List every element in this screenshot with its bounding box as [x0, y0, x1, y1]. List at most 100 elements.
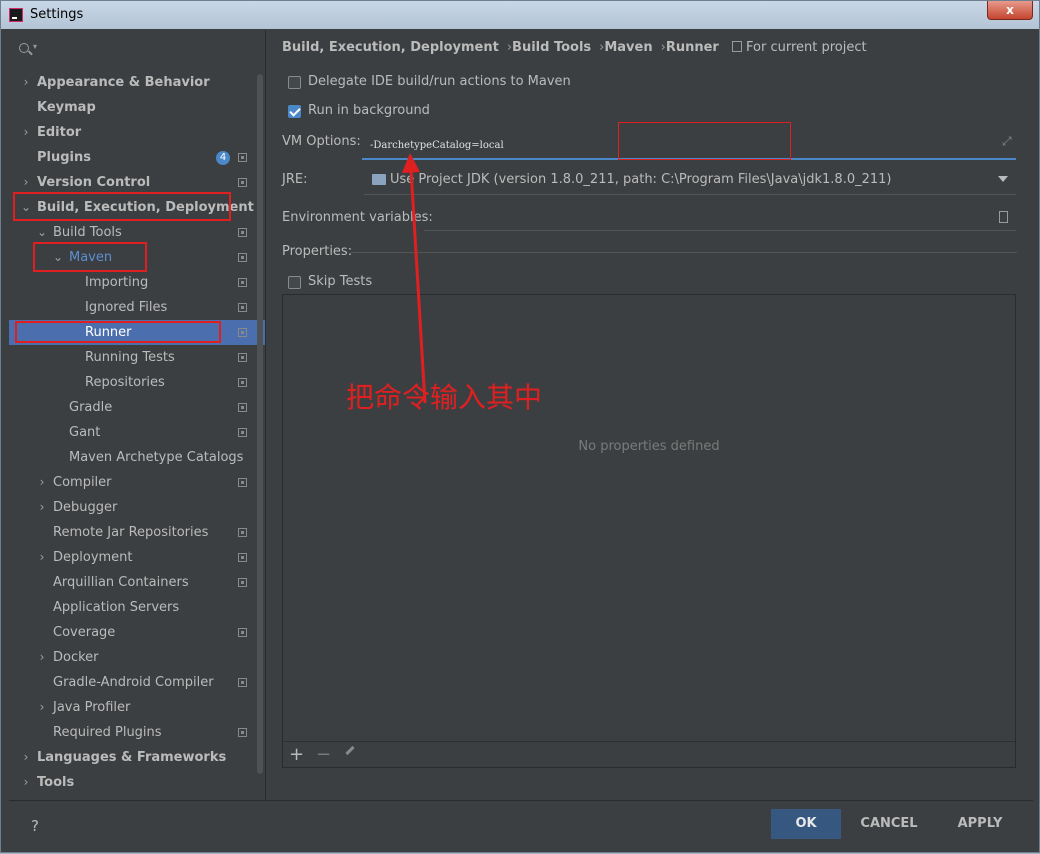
sidebar-item-languages-frameworks[interactable]: › Languages & Frameworks	[9, 745, 265, 770]
delegate-label[interactable]: Delegate IDE build/run actions to Maven	[308, 74, 571, 89]
environment-variables-label: Environment variables:	[282, 210, 433, 225]
properties-table[interactable]: No properties defined + −	[282, 294, 1016, 768]
sidebar-item-docker[interactable]: › Docker	[9, 645, 265, 670]
sidebar-item-label: Build Tools	[53, 225, 122, 240]
sidebar-item-label: Maven Archetype Catalogs	[69, 450, 244, 465]
sidebar-item-label: Build, Execution, Deployment	[37, 200, 254, 215]
sidebar-item-required-plugins[interactable]: Required Plugins	[9, 720, 265, 745]
sidebar-item-tools[interactable]: › Tools	[9, 770, 265, 795]
chevron-right-icon[interactable]: ›	[37, 695, 47, 720]
settings-search-input[interactable]: ▾	[13, 36, 261, 62]
chevron-right-icon[interactable]: ›	[37, 545, 47, 570]
sidebar-item-label: Repositories	[85, 375, 165, 390]
project-scope-icon	[238, 303, 247, 312]
chevron-down-icon[interactable]	[998, 176, 1008, 182]
sidebar-item-label: Gradle	[69, 400, 113, 415]
project-scope-icon	[238, 428, 247, 437]
edit-pencil-icon[interactable]	[345, 745, 355, 756]
vm-options-input[interactable]: -DarchetypeCatalog=local	[362, 134, 1016, 160]
project-scope-icon	[238, 353, 247, 362]
jre-select[interactable]: Use Project JDK (version 1.8.0_211, path…	[364, 168, 1016, 195]
sidebar-item-version-control[interactable]: › Version Control	[9, 170, 265, 195]
project-scope-icon	[238, 728, 247, 737]
run-in-background-label[interactable]: Run in background	[308, 103, 430, 118]
sidebar-item-label: Application Servers	[53, 600, 180, 615]
sidebar-scrollbar[interactable]	[257, 74, 263, 774]
scope-text: For current project	[746, 40, 867, 55]
title-bar: Settings x	[1, 1, 1039, 29]
chevron-down-icon[interactable]: ⌄	[37, 220, 47, 245]
sidebar-item-importing[interactable]: Importing	[9, 270, 265, 295]
help-icon[interactable]: ?	[31, 817, 39, 835]
chevron-right-icon[interactable]: ›	[37, 495, 47, 520]
properties-label: Properties:	[282, 244, 353, 259]
chevron-down-icon[interactable]: ⌄	[21, 195, 31, 220]
run-in-background-checkbox[interactable]	[288, 105, 301, 118]
sidebar-item-editor[interactable]: › Editor	[9, 120, 265, 145]
empty-properties-text: No properties defined	[578, 439, 720, 454]
sidebar-item-arquillian-containers[interactable]: Arquillian Containers	[9, 570, 265, 595]
sidebar-item-compiler[interactable]: › Compiler	[9, 470, 265, 495]
project-scope-icon	[732, 41, 742, 52]
remove-icon[interactable]: −	[316, 744, 331, 765]
add-icon[interactable]: +	[289, 744, 304, 765]
sidebar-item-maven-archetype-catalogs[interactable]: Maven Archetype Catalogs	[9, 445, 265, 470]
chevron-right-icon[interactable]: ›	[37, 470, 47, 495]
search-icon	[19, 43, 29, 53]
sidebar-item-java-profiler[interactable]: › Java Profiler	[9, 695, 265, 720]
chevron-right-icon[interactable]: ›	[21, 770, 31, 795]
chevron-right-icon[interactable]: ›	[21, 70, 31, 95]
sidebar-item-keymap[interactable]: Keymap	[9, 95, 265, 120]
jre-value: Use Project JDK (version 1.8.0_211, path…	[390, 172, 892, 187]
sidebar-item-appearance-behavior[interactable]: › Appearance & Behavior	[9, 70, 265, 95]
skip-tests-checkbox[interactable]	[288, 276, 301, 289]
chevron-right-icon[interactable]: ›	[37, 645, 47, 670]
project-scope-icon	[238, 328, 247, 337]
cancel-button[interactable]: CANCEL	[854, 809, 924, 839]
sidebar-item-gradle-android-compiler[interactable]: Gradle-Android Compiler	[9, 670, 265, 695]
skip-tests-label[interactable]: Skip Tests	[308, 274, 372, 289]
sidebar-item-label: Gant	[69, 425, 101, 440]
chevron-right-icon[interactable]: ›	[21, 170, 31, 195]
search-options-caret-icon[interactable]: ▾	[33, 42, 37, 51]
project-scope-icon	[238, 228, 247, 237]
sidebar-item-debugger[interactable]: › Debugger	[9, 495, 265, 520]
sidebar-item-maven[interactable]: ⌄ Maven	[9, 245, 265, 270]
expand-icon[interactable]: ⤢	[1002, 134, 1012, 149]
project-scope-icon	[238, 478, 247, 487]
ok-button[interactable]: OK	[771, 809, 841, 839]
chevron-down-icon[interactable]: ⌄	[53, 245, 63, 270]
sidebar-item-label: Ignored Files	[85, 300, 168, 315]
sidebar-item-running-tests[interactable]: Running Tests	[9, 345, 265, 370]
sidebar-item-coverage[interactable]: Coverage	[9, 620, 265, 645]
properties-toolbar: + −	[283, 741, 1015, 768]
project-scope-icon	[238, 378, 247, 387]
sidebar-item-repositories[interactable]: Repositories	[9, 370, 265, 395]
sidebar-item-label: Keymap	[37, 100, 96, 115]
chevron-right-icon[interactable]: ›	[21, 120, 31, 145]
project-scope-icon	[238, 153, 247, 162]
environment-variables-input[interactable]	[424, 206, 1016, 231]
browse-document-icon[interactable]	[999, 211, 1008, 223]
delegate-checkbox[interactable]	[288, 76, 301, 89]
jre-label: JRE:	[282, 172, 308, 187]
sidebar-item-remote-jar-repositories[interactable]: Remote Jar Repositories	[9, 520, 265, 545]
breadcrumb-item: Maven	[604, 40, 653, 55]
project-scope-icon	[238, 253, 247, 262]
apply-button[interactable]: APPLY	[945, 809, 1015, 839]
sidebar-item-runner[interactable]: Runner	[9, 320, 265, 345]
sidebar-item-deployment[interactable]: › Deployment	[9, 545, 265, 570]
dialog-footer: ? OK CANCEL APPLY	[9, 800, 1033, 848]
sidebar-item-label: Languages & Frameworks	[37, 750, 227, 765]
sidebar-item-ignored-files[interactable]: Ignored Files	[9, 295, 265, 320]
sidebar-item-build-execution-deployment[interactable]: ⌄ Build, Execution, Deployment	[9, 195, 265, 220]
project-scope-icon	[238, 578, 247, 587]
sidebar-item-build-tools[interactable]: ⌄ Build Tools	[9, 220, 265, 245]
sidebar-item-application-servers[interactable]: Application Servers	[9, 595, 265, 620]
chevron-right-icon[interactable]: ›	[21, 745, 31, 770]
sidebar-item-plugins[interactable]: Plugins 4	[9, 145, 265, 170]
project-scope-icon	[238, 553, 247, 562]
sidebar-item-gradle[interactable]: Gradle	[9, 395, 265, 420]
sidebar-item-gant[interactable]: Gant	[9, 420, 265, 445]
close-button[interactable]: x	[987, 1, 1033, 20]
